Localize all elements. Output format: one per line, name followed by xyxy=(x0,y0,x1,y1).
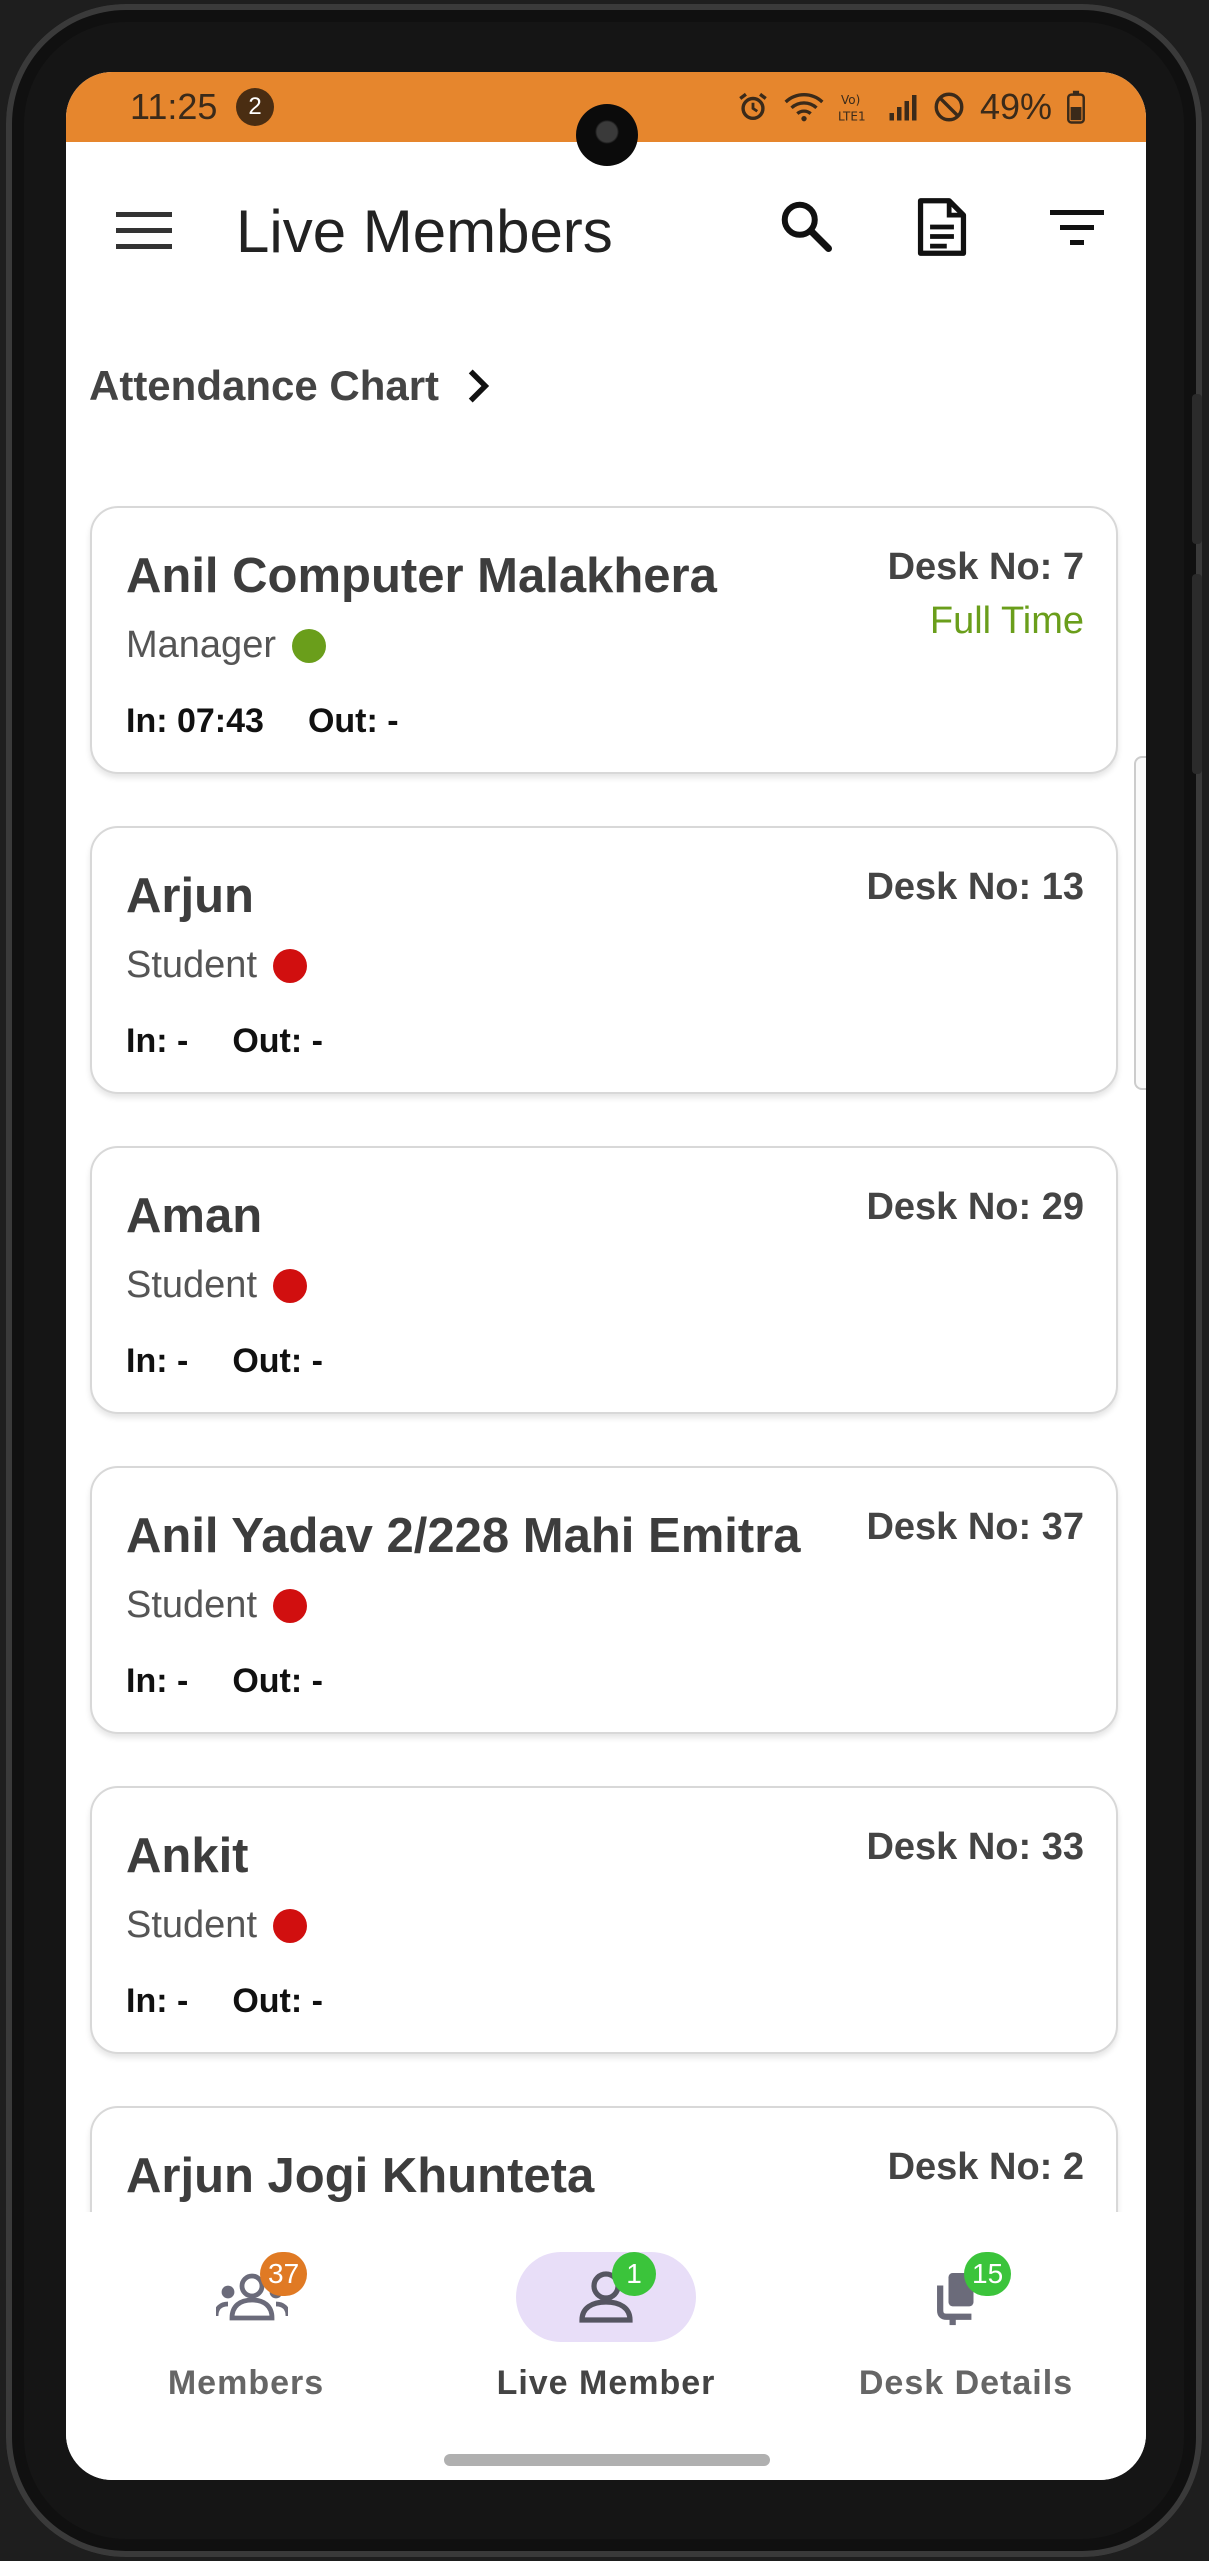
in-time: In: - xyxy=(126,1022,189,1060)
out-time: Out: - xyxy=(232,1662,323,1700)
home-indicator[interactable] xyxy=(444,2454,770,2466)
battery-icon xyxy=(1067,90,1085,124)
nav-live-member-label: Live Member xyxy=(496,2364,716,2402)
out-time: Out: - xyxy=(232,1022,323,1060)
chevron-right-icon xyxy=(468,369,490,403)
status-dot xyxy=(291,628,326,663)
in-out-times: In: - Out: - xyxy=(126,1022,323,1061)
member-card[interactable]: Arjun Student In: - Out: - Desk No: 13 xyxy=(90,826,1118,1094)
plan-type: Full Time xyxy=(929,600,1084,642)
member-role: Manager xyxy=(126,624,326,667)
member-role-label: Manager xyxy=(126,624,276,666)
in-time: In: 07:43 xyxy=(126,702,264,740)
desk-number: Desk No: 2 xyxy=(887,2146,1084,2188)
member-name: Aman xyxy=(126,1189,263,1243)
nav-desk-details-icon-wrap: 15 xyxy=(866,2252,1066,2342)
member-role-label: Student xyxy=(126,1264,257,1306)
scrollbar[interactable] xyxy=(1134,756,1146,1090)
member-role-label: Student xyxy=(126,1904,257,1946)
member-name: Arjun Jogi Khunteta xyxy=(126,2149,595,2203)
in-out-times: In: - Out: - xyxy=(126,1982,323,2021)
member-role: Student xyxy=(126,1264,307,1307)
attendance-chart-link[interactable]: Attendance Chart xyxy=(89,362,491,410)
in-out-times: In: - Out: - xyxy=(126,1662,323,1701)
svg-text:Vo): Vo) xyxy=(841,93,860,107)
screen: 11:25 2 Vo) LTE1 49% Live Members Attenda… xyxy=(66,72,1146,2480)
status-time: 11:25 xyxy=(130,86,218,127)
member-name: Arjun xyxy=(126,869,254,923)
page-title: Live Members xyxy=(236,198,613,265)
member-card[interactable]: Anil Yadav 2/228 Mahi Emitra Student In:… xyxy=(90,1466,1118,1734)
in-time: In: - xyxy=(126,1982,189,2020)
out-time: Out: - xyxy=(232,1342,323,1380)
phone-frame: 11:25 2 Vo) LTE1 49% Live Members Attenda… xyxy=(6,4,1202,2557)
in-out-times: In: 07:43 Out: - xyxy=(126,702,399,741)
members-count-badge: 37 xyxy=(260,2252,308,2296)
in-out-times: In: - Out: - xyxy=(126,1342,323,1381)
attendance-chart-label: Attendance Chart xyxy=(89,362,440,409)
desk-number: Desk No: 33 xyxy=(866,1826,1084,1868)
member-name: Anil Computer Malakhera xyxy=(126,549,717,603)
member-role-label: Student xyxy=(126,1584,257,1626)
in-time: In: - xyxy=(126,1662,189,1700)
member-name: Anil Yadav 2/228 Mahi Emitra xyxy=(126,1509,801,1563)
signal-icon xyxy=(889,95,917,121)
member-role: Student xyxy=(126,1584,307,1627)
nav-live-member-icon-wrap: 1 xyxy=(516,2252,696,2342)
status-dot xyxy=(273,1908,307,1943)
front-camera xyxy=(576,104,638,166)
desk-number: Desk No: 37 xyxy=(866,1506,1084,1548)
wifi-icon xyxy=(784,93,824,122)
in-time: In: - xyxy=(126,1342,189,1380)
live-member-count-badge: 1 xyxy=(612,2252,656,2296)
desk-number: Desk No: 29 xyxy=(866,1186,1084,1228)
nav-live-member[interactable]: 1 Live Member xyxy=(426,2252,786,2403)
svg-text:LTE1: LTE1 xyxy=(838,110,866,124)
notification-count-badge: 2 xyxy=(236,88,274,126)
nav-members-label: Members xyxy=(167,2364,325,2402)
member-role: Student xyxy=(126,1904,307,1947)
member-card[interactable]: Anil Computer Malakhera Manager In: 07:4… xyxy=(90,506,1118,774)
document-icon[interactable] xyxy=(914,196,970,258)
power-button xyxy=(1192,574,1202,774)
search-icon[interactable] xyxy=(776,196,836,256)
nav-desk-details[interactable]: 15 Desk Details xyxy=(786,2252,1146,2403)
desk-number: Desk No: 7 xyxy=(887,546,1084,588)
nav-members[interactable]: 37 Members xyxy=(66,2252,426,2403)
volte-icon: Vo) LTE1 xyxy=(838,93,866,124)
status-dot xyxy=(273,1588,307,1623)
do-not-disturb-icon xyxy=(934,92,964,122)
volume-button xyxy=(1192,394,1202,544)
desk-number: Desk No: 13 xyxy=(866,866,1084,908)
filter-icon[interactable] xyxy=(1050,208,1104,248)
out-time: Out: - xyxy=(307,702,399,740)
battery-percent: 49% xyxy=(979,86,1052,127)
nav-desk-details-label: Desk Details xyxy=(858,2364,1074,2402)
out-time: Out: - xyxy=(232,1982,323,2020)
member-card[interactable]: Ankit Student In: - Out: - Desk No: 33 xyxy=(90,1786,1118,2054)
menu-icon[interactable] xyxy=(116,210,172,250)
member-card[interactable]: Aman Student In: - Out: - Desk No: 29 xyxy=(90,1146,1118,1414)
alarm-icon xyxy=(739,92,767,121)
status-dot xyxy=(273,1268,307,1303)
status-icons: Vo) LTE1 49% xyxy=(736,86,1086,128)
desk-details-count-badge: 15 xyxy=(964,2252,1012,2296)
member-role: Student xyxy=(126,944,307,987)
nav-members-icon-wrap: 37 xyxy=(146,2252,346,2342)
member-role-label: Student xyxy=(126,944,257,986)
member-name: Ankit xyxy=(126,1829,249,1883)
bottom-navigation: 37 Members 1 Live Member 15 Desk Details xyxy=(66,2212,1146,2480)
status-dot xyxy=(273,948,307,983)
